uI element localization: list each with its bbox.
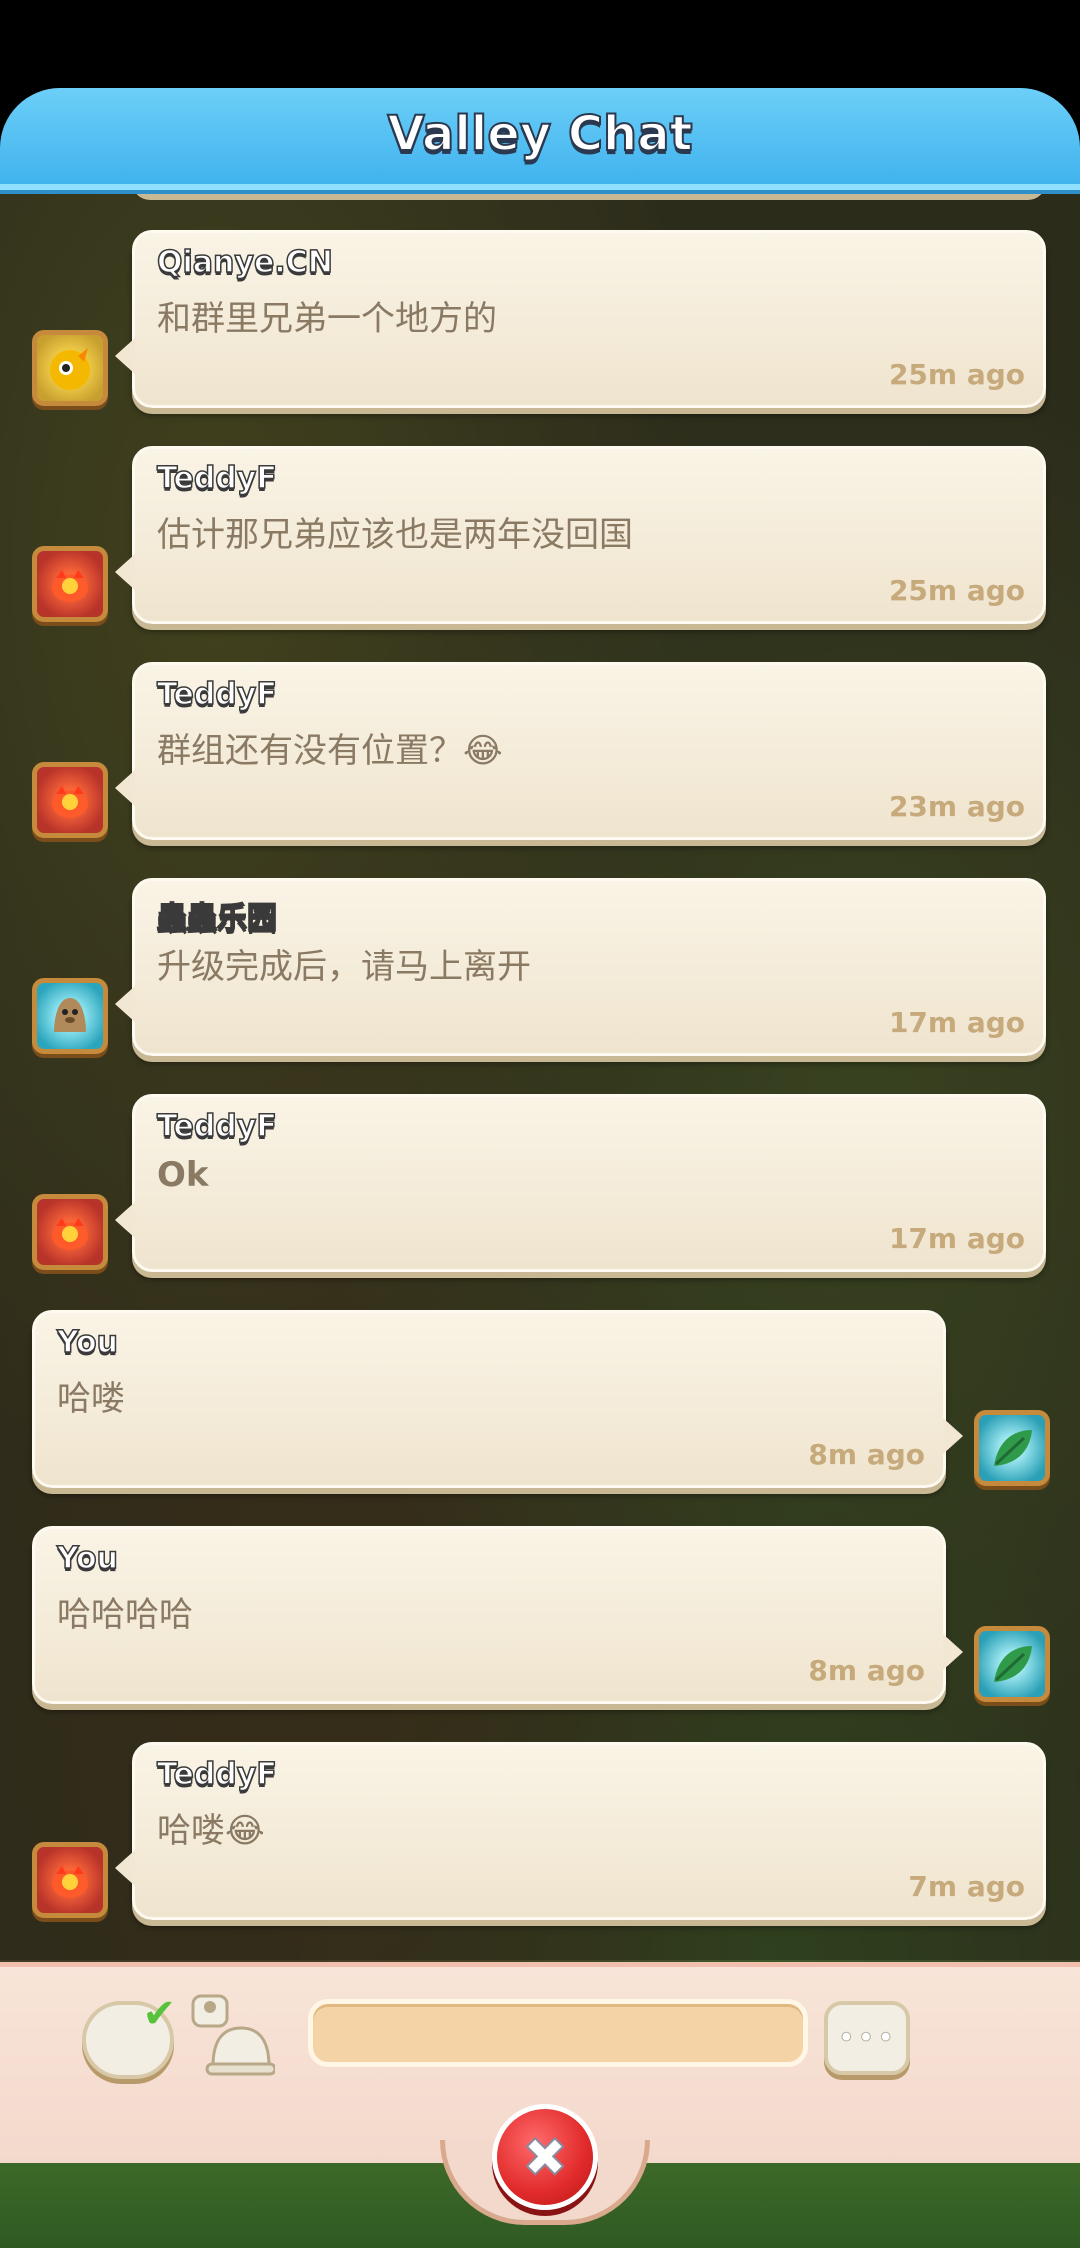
message-item: TeddyF Ok 17m ago: [0, 1054, 1080, 1272]
fire-creature-avatar-icon[interactable]: [32, 1842, 108, 1918]
message-time: 17m ago: [888, 1006, 1025, 1039]
message-bubble: TeddyF 群组还有没有位置？😂 23m ago: [115, 662, 1046, 840]
fire-creature-avatar-icon[interactable]: [32, 1194, 108, 1270]
message-sender: You: [56, 1324, 118, 1361]
message-time: 8m ago: [808, 1654, 925, 1687]
close-glyph: ✖: [521, 2125, 568, 2190]
speech-bubble-icon[interactable]: •••: [824, 2001, 910, 2075]
send-dots: •••: [837, 2020, 897, 2056]
page-title: Valley Chat: [386, 105, 693, 163]
message-sender: Qianye.CN: [156, 244, 333, 281]
message-bubble: You 哈哈哈哈 8m ago: [32, 1526, 963, 1704]
checkmark-icon: ✔: [142, 1991, 176, 2037]
message-text: 估计那兄弟应该也是两年没回国: [157, 515, 633, 555]
message-item: TeddyF 群组还有没有位置？😂 23m ago: [0, 622, 1080, 840]
message-list[interactable]: Qianye.CN 和群里兄弟一个地方的 25m ago TeddyF 估计那兄…: [0, 190, 1080, 1960]
message-bubble: TeddyF 估计那兄弟应该也是两年没回国 25m ago: [115, 446, 1046, 624]
message-item: You 哈哈哈哈 8m ago: [0, 1486, 1080, 1704]
message-sender: TeddyF: [156, 676, 277, 713]
chat-header: Valley Chat: [0, 88, 1080, 190]
message-text: 群组还有没有位置？😂: [157, 731, 503, 771]
message-sender: TeddyF: [156, 1756, 277, 1793]
message-item: Qianye.CN 和群里兄弟一个地方的 25m ago: [0, 190, 1080, 408]
message-sender: 蟲蟲乐园: [156, 900, 278, 937]
message-bubble: TeddyF Ok 17m ago: [115, 1094, 1046, 1272]
message-item: 蟲蟲乐园 升级完成后，请马上离开 17m ago: [0, 838, 1080, 1056]
message-text: 哈喽😂: [157, 1811, 265, 1851]
bell-icon[interactable]: [186, 1993, 276, 2079]
leaf-avatar-icon[interactable]: [974, 1626, 1050, 1702]
message-input[interactable]: [308, 1999, 808, 2067]
message-bubble: You 哈喽 8m ago: [32, 1310, 963, 1488]
message-bubble: TeddyF 哈喽😂 7m ago: [115, 1742, 1046, 1920]
close-icon[interactable]: ✖: [492, 2104, 598, 2210]
message-bubble: 蟲蟲乐园 升级完成后，请马上离开 17m ago: [115, 878, 1046, 1056]
chat-check-icon[interactable]: ✔: [82, 1991, 176, 2079]
fire-creature-avatar-icon[interactable]: [32, 762, 108, 838]
message-sender: TeddyF: [156, 460, 277, 497]
message-text: 升级完成后，请马上离开: [157, 947, 531, 987]
fire-creature-avatar-icon[interactable]: [32, 546, 108, 622]
message-time: 8m ago: [808, 1438, 925, 1471]
message-text: 哈喽: [57, 1379, 125, 1419]
message-text: 和群里兄弟一个地方的: [157, 299, 497, 339]
message-time: 25m ago: [888, 574, 1025, 607]
message-time: 7m ago: [908, 1870, 1025, 1903]
message-sender: You: [56, 1540, 118, 1577]
message-sender: TeddyF: [156, 1108, 277, 1145]
message-item: TeddyF 估计那兄弟应该也是两年没回国 25m ago: [0, 406, 1080, 624]
mole-avatar-icon[interactable]: [32, 978, 108, 1054]
message-time: 25m ago: [888, 358, 1025, 391]
message-item: TeddyF 哈喽😂 7m ago: [0, 1702, 1080, 1920]
message-text: 哈哈哈哈: [57, 1595, 193, 1635]
duck-avatar-icon[interactable]: [32, 330, 108, 406]
message-text: Ok: [157, 1155, 209, 1195]
leaf-avatar-icon[interactable]: [974, 1410, 1050, 1486]
message-time: 17m ago: [888, 1222, 1025, 1255]
message-item: You 哈喽 8m ago: [0, 1270, 1080, 1488]
message-time: 23m ago: [888, 790, 1025, 823]
message-bubble: Qianye.CN 和群里兄弟一个地方的 25m ago: [115, 230, 1046, 408]
